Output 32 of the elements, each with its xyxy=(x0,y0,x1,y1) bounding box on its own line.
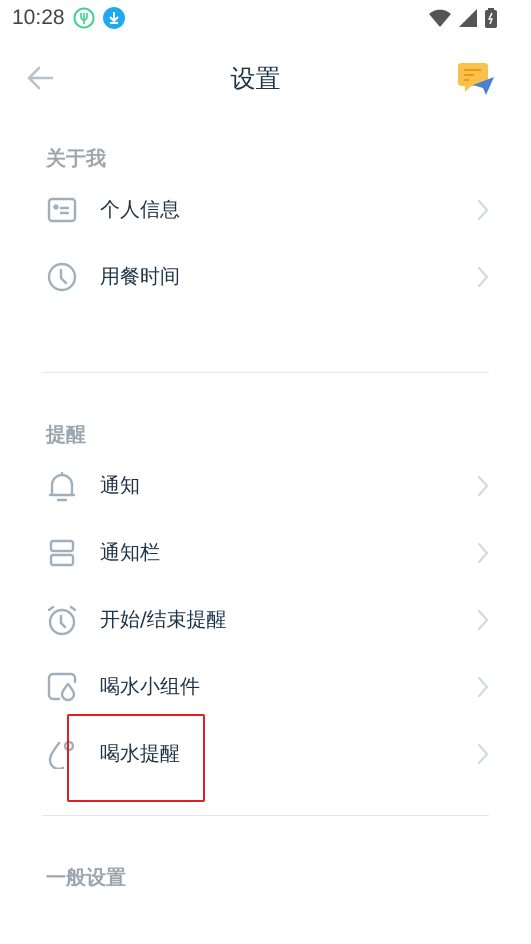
settings-item[interactable]: 通知 xyxy=(100,472,477,499)
settings-item[interactable]: 个人信息 xyxy=(100,196,477,223)
page-title: 设置 xyxy=(230,62,280,94)
clock-icon xyxy=(47,262,77,292)
id-card-icon xyxy=(47,196,77,222)
water-drop-icon xyxy=(47,738,77,768)
chevron-right-icon xyxy=(477,742,489,764)
widget-drop-icon xyxy=(47,672,77,702)
chevron-right-icon xyxy=(477,542,489,564)
chevron-right-icon xyxy=(477,676,489,698)
battery-icon xyxy=(485,8,497,28)
section-title: 提醒 xyxy=(44,420,87,448)
stacked-panels-icon xyxy=(49,538,75,566)
settings-item[interactable]: 用餐时间 xyxy=(100,263,477,290)
section-title: 关于我 xyxy=(44,144,107,172)
status-time: 10:28 xyxy=(12,6,65,30)
signal-icon xyxy=(459,9,477,27)
settings-item[interactable]: 开始/结束提醒 xyxy=(100,606,477,633)
settings-item[interactable]: 喝水小组件 xyxy=(100,673,477,700)
chevron-right-icon xyxy=(477,474,489,496)
settings-item[interactable]: 喝水提醒 xyxy=(100,740,477,767)
alarm-clock-icon xyxy=(46,604,78,636)
fork-app-icon xyxy=(72,7,95,29)
section-title: 一般设置 xyxy=(45,864,127,890)
settings-item[interactable]: 通知栏 xyxy=(100,539,477,566)
download-icon xyxy=(102,7,125,29)
chevron-right-icon xyxy=(477,608,489,630)
bell-icon xyxy=(47,470,77,502)
feedback-icon[interactable] xyxy=(457,61,495,95)
chevron-right-icon xyxy=(477,198,489,220)
wifi-icon xyxy=(429,9,451,27)
chevron-right-icon xyxy=(477,266,489,288)
